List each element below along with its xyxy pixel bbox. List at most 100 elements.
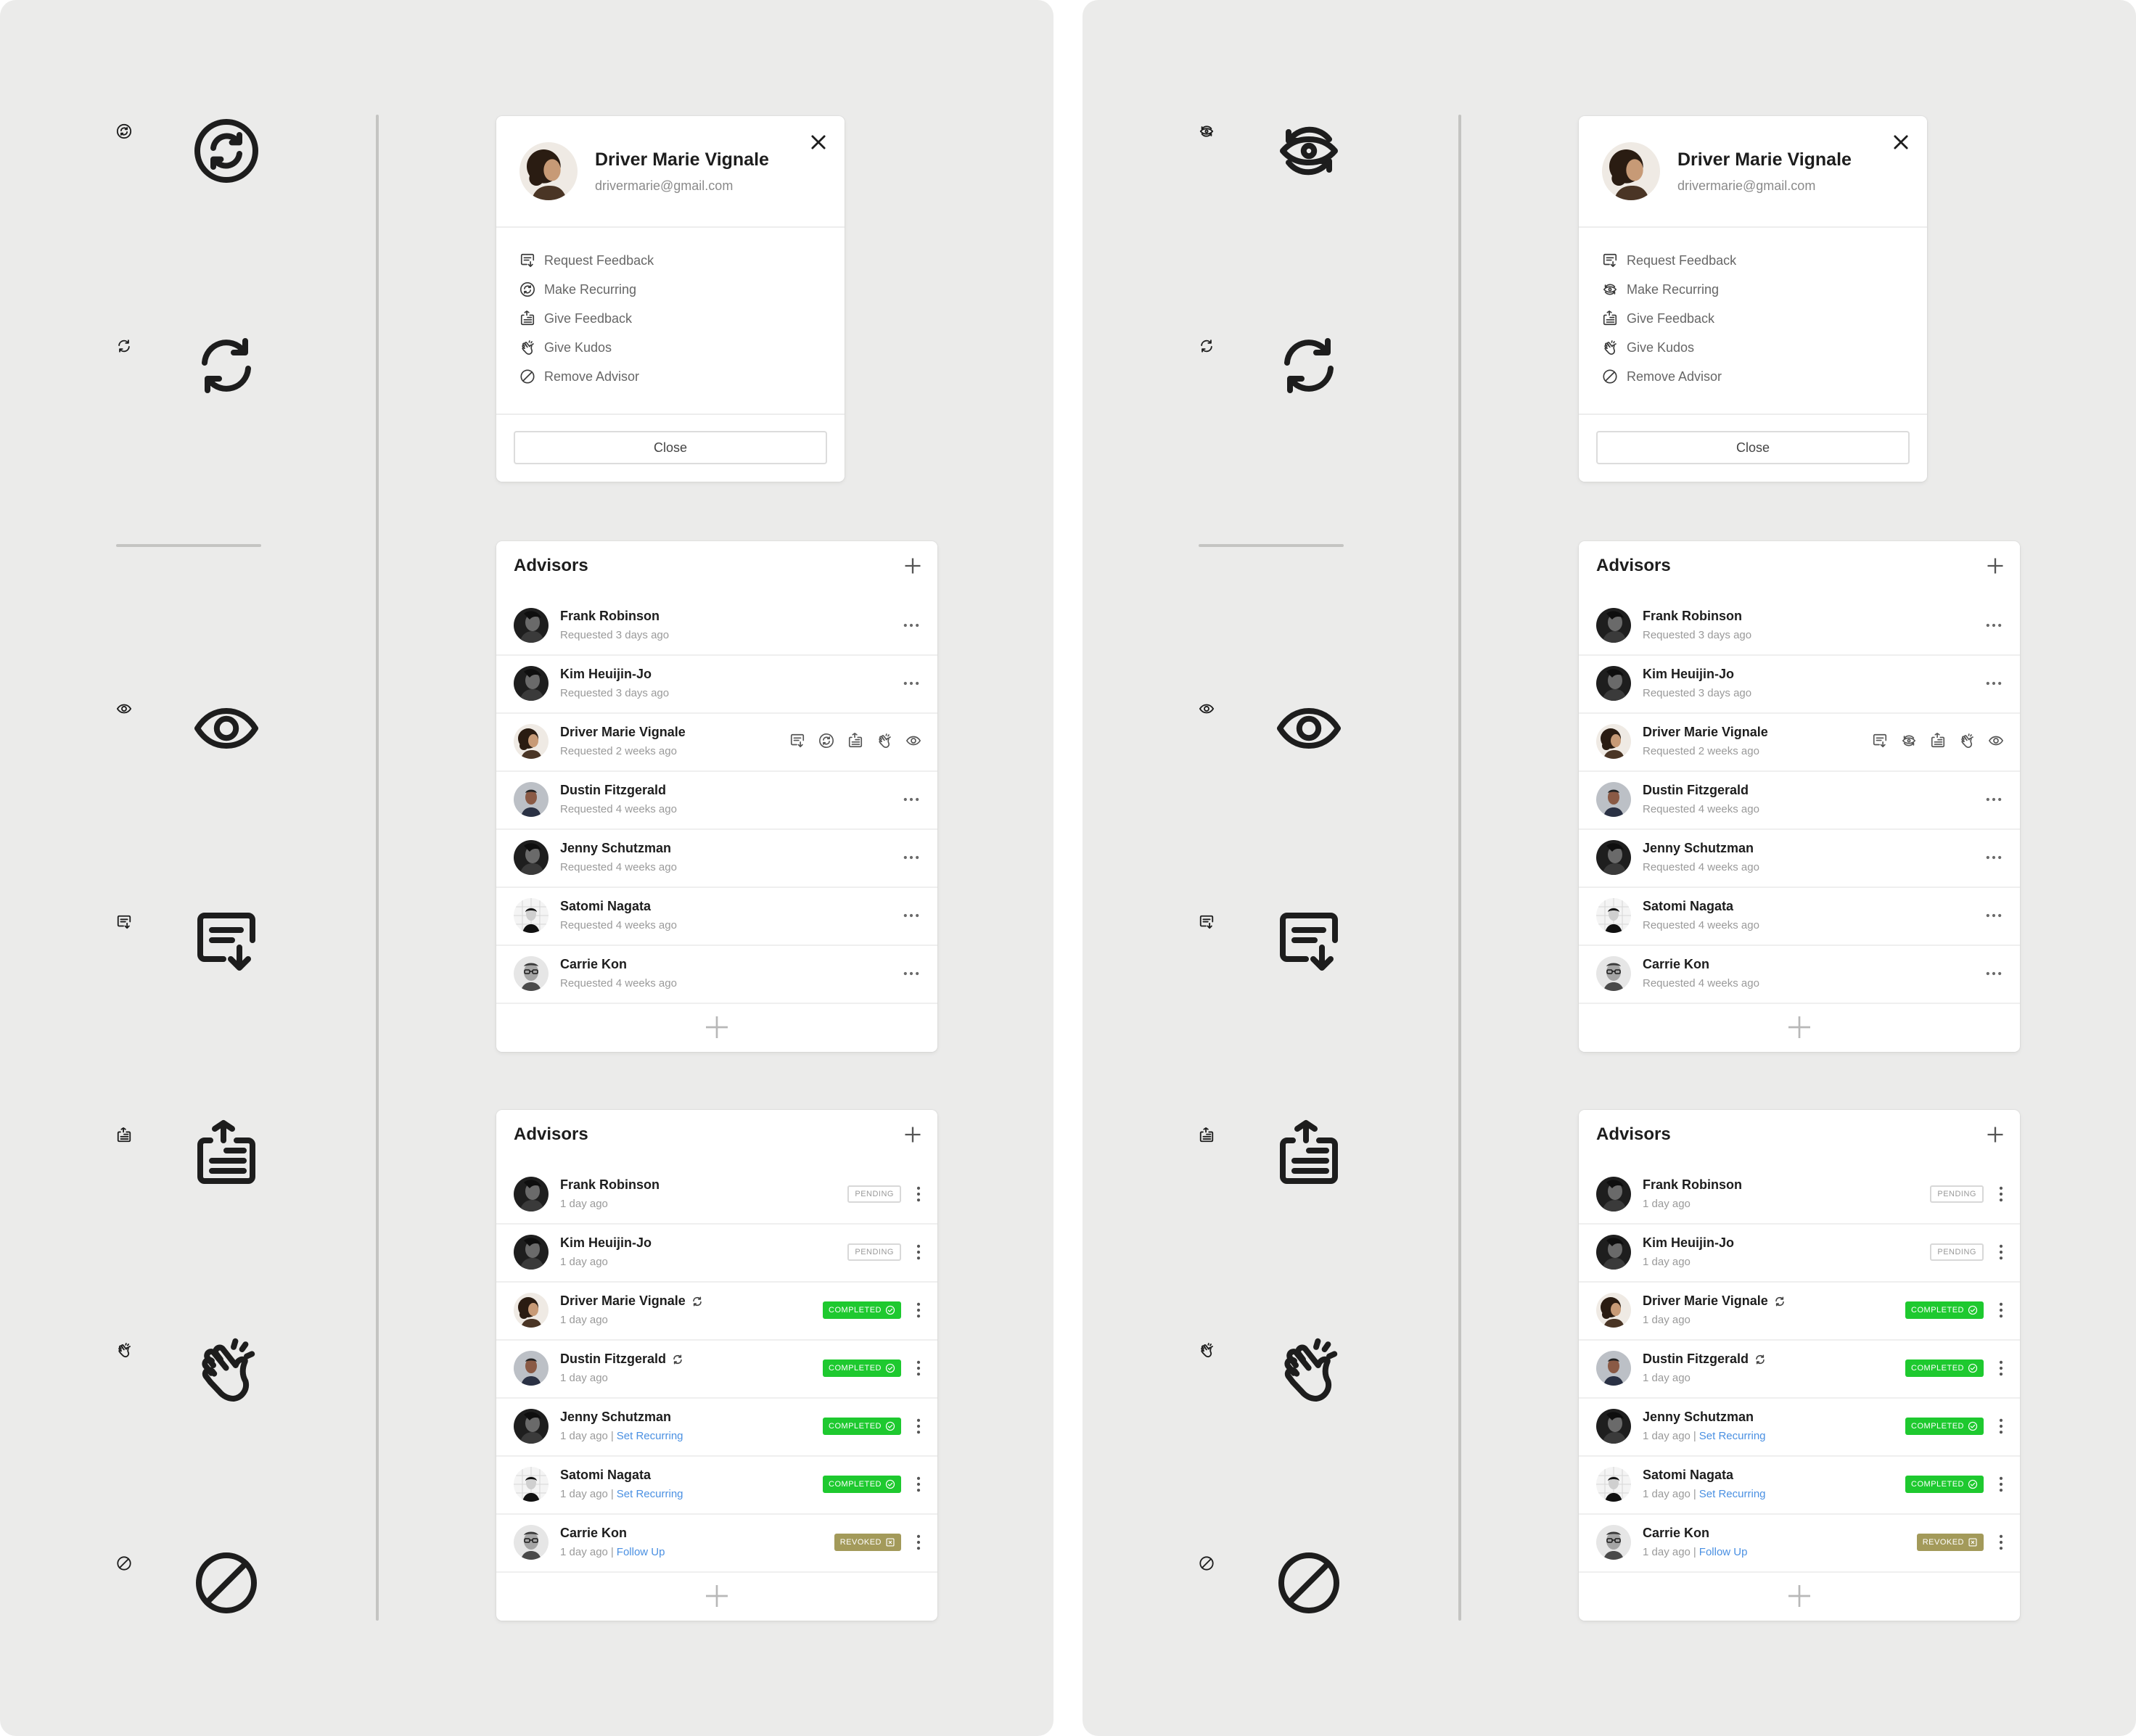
make-recurring-icon[interactable] (818, 733, 834, 749)
menu-item-make-recurring[interactable]: Make Recurring (519, 277, 636, 302)
more-options-icon[interactable] (1984, 615, 2004, 635)
advisor-row[interactable]: Kim Heuijin-Jo 1 day ago PENDING (1579, 1223, 2020, 1283)
more-options-icon[interactable] (901, 905, 921, 926)
more-options-icon[interactable] (901, 963, 921, 984)
more-options-icon[interactable] (1984, 673, 2004, 694)
menu-item-give-kudos[interactable]: Give Kudos (519, 335, 612, 360)
advisor-action-link[interactable]: Set Recurring (1699, 1488, 1766, 1500)
kebab-menu-icon[interactable] (1997, 1300, 2005, 1320)
advisor-row[interactable]: Satomi Nagata Requested 4 weeks ago (1579, 886, 2020, 946)
advisor-row[interactable]: Frank Robinson Requested 3 days ago (1579, 596, 2020, 656)
add-advisor-footer-icon[interactable] (702, 1013, 731, 1042)
add-advisor-icon[interactable] (1985, 1124, 2005, 1145)
advisor-row[interactable]: Satomi Nagata Requested 4 weeks ago (496, 886, 937, 946)
advisor-row[interactable]: Carrie Kon 1 day ago | Follow Up REVOKED (1579, 1513, 2020, 1573)
more-options-icon[interactable] (901, 847, 921, 868)
close-button[interactable]: Close (1596, 431, 1910, 464)
menu-item-label: Remove Advisor (544, 369, 640, 384)
kebab-menu-icon[interactable] (914, 1416, 923, 1436)
advisor-row[interactable]: Dustin Fitzgerald 1 day ago COMPLETED (1579, 1339, 2020, 1399)
advisor-row[interactable]: Dustin Fitzgerald Requested 4 weeks ago (1579, 770, 2020, 830)
add-advisor-footer-icon[interactable] (702, 1581, 731, 1610)
make-recurring-icon[interactable] (1901, 733, 1917, 749)
eye-icon[interactable] (1988, 733, 2004, 749)
add-advisor-icon[interactable] (903, 556, 923, 576)
advisor-action-link[interactable]: Follow Up (617, 1546, 665, 1558)
check-circle-icon (885, 1363, 895, 1373)
more-options-icon[interactable] (1984, 789, 2004, 810)
advisor-row[interactable]: Carrie Kon Requested 4 weeks ago (496, 945, 937, 1004)
menu-item-give-feedback[interactable]: Give Feedback (519, 306, 632, 331)
advisor-row[interactable]: Driver Marie Vignale 1 day ago COMPLETED (496, 1281, 937, 1341)
advisor-action-link[interactable]: Follow Up (1699, 1546, 1748, 1558)
advisor-row[interactable]: Kim Heuijin-Jo 1 day ago PENDING (496, 1223, 937, 1283)
more-options-icon[interactable] (901, 789, 921, 810)
more-options-icon[interactable] (901, 673, 921, 694)
request-feedback-icon[interactable] (1872, 733, 1888, 749)
advisor-row[interactable]: Satomi Nagata 1 day ago | Set Recurring COMP… (496, 1455, 937, 1515)
give-kudos-icon[interactable] (1959, 733, 1975, 749)
give-feedback-icon[interactable] (1930, 733, 1946, 749)
more-options-icon[interactable] (1984, 847, 2004, 868)
give-feedback-icon[interactable] (847, 733, 863, 749)
advisor-row[interactable]: Driver Marie Vignale Requested 2 weeks ag… (1579, 712, 2020, 772)
advisor-row[interactable]: Dustin Fitzgerald 1 day ago COMPLETED (496, 1339, 937, 1399)
advisor-row[interactable]: Kim Heuijin-Jo Requested 3 days ago (496, 654, 937, 714)
kebab-menu-icon[interactable] (914, 1300, 923, 1320)
advisor-row[interactable]: Kim Heuijin-Jo Requested 3 days ago (1579, 654, 2020, 714)
advisor-row[interactable]: Carrie Kon Requested 4 weeks ago (1579, 945, 2020, 1004)
advisor-subtitle: Requested 3 days ago (1643, 687, 1752, 699)
menu-item-give-feedback[interactable]: Give Feedback (1602, 306, 1714, 331)
menu-item-remove-advisor[interactable]: Remove Advisor (1602, 364, 1722, 389)
advisor-action-link[interactable]: Set Recurring (1699, 1430, 1766, 1442)
kebab-menu-icon[interactable] (914, 1184, 923, 1204)
advisor-row[interactable]: Driver Marie Vignale 1 day ago COMPLETED (1579, 1281, 2020, 1341)
close-icon[interactable] (1891, 132, 1911, 152)
more-options-icon[interactable] (1984, 963, 2004, 984)
advisor-row[interactable]: Dustin Fitzgerald Requested 4 weeks ago (496, 770, 937, 830)
remove-advisor-icon (1274, 1548, 1344, 1618)
add-advisor-icon[interactable] (903, 1124, 923, 1145)
kebab-menu-icon[interactable] (1997, 1242, 2005, 1262)
menu-item-request-feedback[interactable]: Request Feedback (519, 248, 654, 273)
menu-item-request-feedback[interactable]: Request Feedback (1602, 248, 1736, 273)
menu-item-remove-advisor[interactable]: Remove Advisor (519, 364, 639, 389)
kebab-menu-icon[interactable] (1997, 1184, 2005, 1204)
advisor-row[interactable]: Frank Robinson 1 day ago PENDING (1579, 1165, 2020, 1225)
advisor-row[interactable]: Jenny Schutzman Requested 4 weeks ago (1579, 828, 2020, 888)
give-feedback-icon (1602, 310, 1618, 326)
menu-item-give-kudos[interactable]: Give Kudos (1602, 335, 1694, 360)
advisor-name: Kim Heuijin-Jo (560, 667, 652, 682)
advisor-row[interactable]: Frank Robinson 1 day ago PENDING (496, 1165, 937, 1225)
advisor-row[interactable]: Jenny Schutzman 1 day ago | Set Recurring CO… (1579, 1397, 2020, 1457)
advisor-row[interactable]: Driver Marie Vignale Requested 2 weeks ag… (496, 712, 937, 772)
kebab-menu-icon[interactable] (914, 1242, 923, 1262)
kebab-menu-icon[interactable] (914, 1474, 923, 1494)
add-advisor-footer-icon[interactable] (1785, 1013, 1814, 1042)
avatar (1596, 1293, 1631, 1328)
close-button[interactable]: Close (514, 431, 827, 464)
kebab-menu-icon[interactable] (1997, 1532, 2005, 1552)
add-advisor-footer-icon[interactable] (1785, 1581, 1814, 1610)
kebab-menu-icon[interactable] (1997, 1474, 2005, 1494)
close-icon[interactable] (808, 132, 829, 152)
more-options-icon[interactable] (901, 615, 921, 635)
kebab-menu-icon[interactable] (914, 1532, 923, 1552)
add-advisor-icon[interactable] (1985, 556, 2005, 576)
advisor-row[interactable]: Carrie Kon 1 day ago | Follow Up REVOKED (496, 1513, 937, 1573)
advisor-row[interactable]: Jenny Schutzman Requested 4 weeks ago (496, 828, 937, 888)
advisor-row[interactable]: Frank Robinson Requested 3 days ago (496, 596, 937, 656)
advisor-action-link[interactable]: Set Recurring (617, 1488, 683, 1500)
kebab-menu-icon[interactable] (1997, 1358, 2005, 1378)
more-options-icon[interactable] (1984, 905, 2004, 926)
kebab-menu-icon[interactable] (914, 1358, 923, 1378)
advisor-row[interactable]: Jenny Schutzman 1 day ago | Set Recurring CO… (496, 1397, 937, 1457)
request-feedback-icon[interactable] (789, 733, 805, 749)
give-kudos-icon[interactable] (876, 733, 892, 749)
advisor-row[interactable]: Satomi Nagata 1 day ago | Set Recurring COMP… (1579, 1455, 2020, 1515)
advisor-action-link[interactable]: Set Recurring (617, 1430, 683, 1442)
menu-item-make-recurring[interactable]: Make Recurring (1602, 277, 1719, 302)
eye-icon[interactable] (905, 733, 921, 749)
advisor-name: Satomi Nagata (1643, 1468, 1733, 1483)
kebab-menu-icon[interactable] (1997, 1416, 2005, 1436)
